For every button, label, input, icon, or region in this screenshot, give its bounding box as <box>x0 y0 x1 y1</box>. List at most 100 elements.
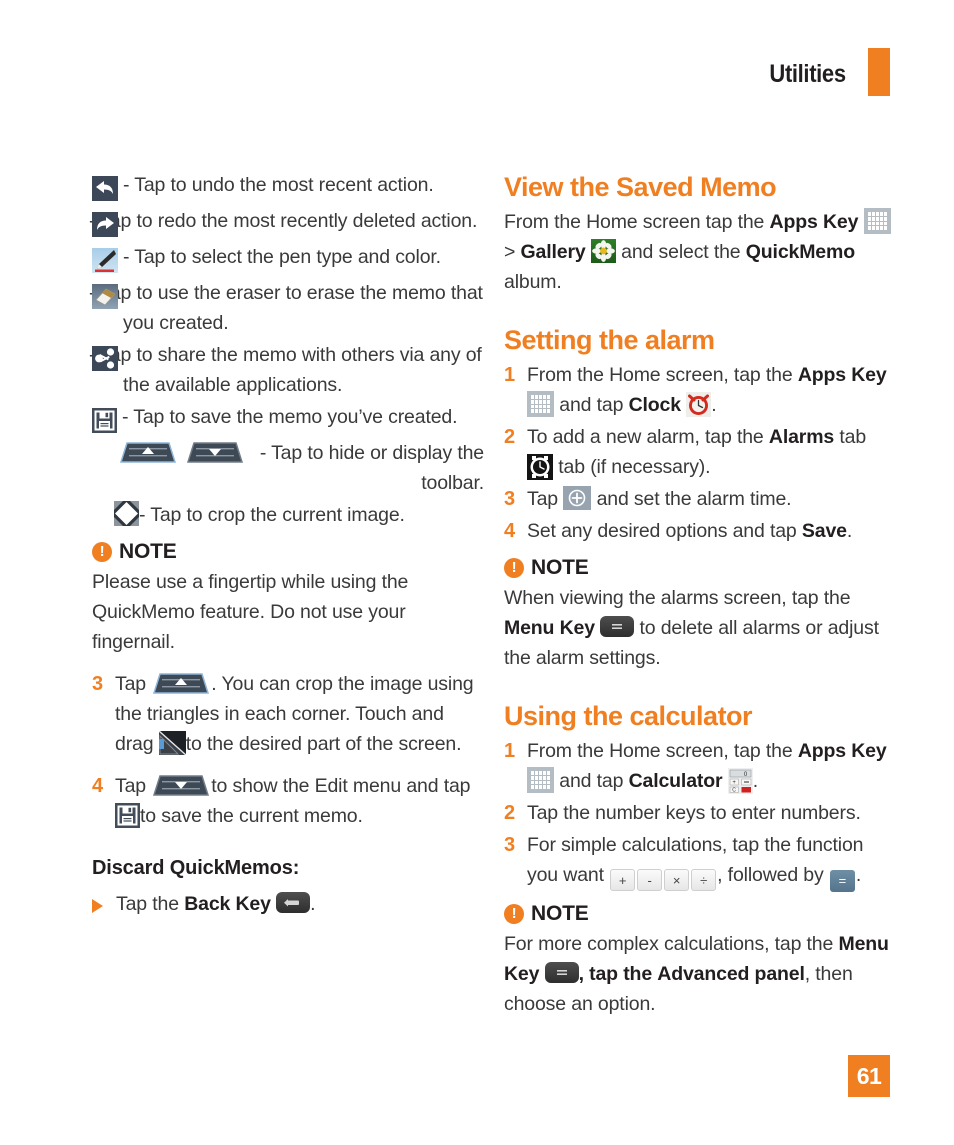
note-text-part: , tap the <box>578 963 653 985</box>
step-number: 1 <box>504 364 515 386</box>
list-item: - Tap to redo the most recently deleted … <box>89 206 484 240</box>
body-text-part: > <box>504 241 516 263</box>
list-item-label: - Tap to select the pen type and color. <box>123 246 441 268</box>
note-text-part: When viewing the alarms screen, tap the <box>504 587 851 609</box>
note-text-part: For more complex calculations, tap the <box>504 933 834 955</box>
step-text-part: . <box>855 864 862 886</box>
gallery-label: Gallery <box>520 241 586 263</box>
alarms-tab-icon <box>527 454 553 480</box>
step-text-part: To add a new alarm, tap the <box>527 426 764 448</box>
corner-handle-icon <box>158 731 186 755</box>
apps-key-icon <box>527 391 554 417</box>
advanced-panel-label: Advanced panel <box>657 963 805 985</box>
page-title: Utilities <box>769 59 847 88</box>
note-header: ! NOTE <box>504 553 896 583</box>
list-item-label: - Tap to share the memo with others via … <box>89 344 482 396</box>
step-body: Tap and set the alarm time. <box>525 484 896 514</box>
back-key-label: Back Key <box>184 893 271 915</box>
arrow-bullet-icon <box>92 899 103 913</box>
save-icon <box>115 803 140 828</box>
step-body: Set any desired options and tap Save. <box>525 516 896 546</box>
calculator-label: Calculator <box>628 770 723 792</box>
note-label: NOTE <box>531 902 589 925</box>
toolbar-down-icon <box>152 774 210 796</box>
step-text-part: to show the Edit menu and tap <box>211 775 471 797</box>
note-label: NOTE <box>119 540 177 563</box>
apps-key-dot-grid <box>531 395 550 413</box>
crop-line: - Tap to crop the current image. <box>92 500 484 530</box>
undo-icon <box>92 176 118 201</box>
plus-icon <box>563 486 592 510</box>
save-label: Save <box>801 520 847 542</box>
redo-icon <box>92 212 118 237</box>
step-number: 2 <box>504 426 515 448</box>
section-title-setting-the-alarm: Setting the alarm <box>504 325 715 355</box>
undo-icon-wrap <box>92 170 118 204</box>
discard-heading: Discard QuickMemos: <box>92 853 484 883</box>
left-column: - Tap to undo the most recent action. - … <box>89 170 484 919</box>
note-body: Please use a fingertip while using the Q… <box>92 571 409 653</box>
crop-icon <box>114 501 139 526</box>
save-icon-wrap <box>92 402 117 436</box>
eraser-icon <box>92 284 118 309</box>
note-header: ! NOTE <box>92 537 484 567</box>
step-text-part: , followed by <box>717 864 824 886</box>
apps-key-label: Apps Key <box>769 211 859 233</box>
list-item-label: - Tap to undo the most recent action. <box>123 174 434 196</box>
toolbar-toggle-label: - Tap to hide or display the toolbar. <box>259 442 484 494</box>
step-body: Tap the number keys to enter numbers. <box>527 802 861 824</box>
discard-item: Tap the Back Key . <box>92 889 484 919</box>
right-column: View the Saved Memo From the Home screen… <box>504 170 896 1019</box>
apps-key-dot-grid <box>867 212 887 230</box>
multiply-key-icon: × <box>664 869 690 891</box>
list-item: - Tap to save the memo you’ve created. <box>92 402 484 436</box>
plus-key-icon: + <box>610 869 636 891</box>
apps-key-label: Apps Key <box>797 364 887 386</box>
note-icon: ! <box>504 558 524 578</box>
step-text-part: and set the alarm time. <box>596 488 792 510</box>
page-number-badge: 61 <box>848 1055 890 1097</box>
clock-icon <box>686 392 712 417</box>
menu-key-icon <box>544 962 579 983</box>
menu-key-label: Menu Key <box>504 617 595 639</box>
alarm-step-3: 3 Tap and set the alarm time. <box>504 484 896 514</box>
step-text-part: . <box>846 520 853 542</box>
alarm-step-4: 4 Set any desired options and tap Save. <box>504 516 896 546</box>
toolbar-up-icon-wrap <box>118 438 178 468</box>
list-item: - Tap to share the memo with others via … <box>89 340 484 400</box>
note-icon: ! <box>92 542 112 562</box>
list-item-label: - Tap to save the memo you’ve created. <box>122 406 458 428</box>
view-saved-memo-body: From the Home screen tap the Apps Key > … <box>504 207 896 297</box>
body-text-part: and select the <box>621 241 741 263</box>
note-body: When viewing the alarms screen, tap the … <box>504 583 896 673</box>
alarm-step-2: 2 To add a new alarm, tap the Alarms tab… <box>504 422 896 482</box>
calculator-step-3: 3 For simple calculations, tap the funct… <box>504 830 896 892</box>
divide-key-icon: ÷ <box>691 869 717 891</box>
header-accent-bar <box>868 48 890 96</box>
gallery-icon <box>590 239 616 263</box>
step-text-part: and tap <box>559 770 624 792</box>
note-icon: ! <box>504 904 524 924</box>
crop-icon-wrap <box>114 500 139 530</box>
step-text-part: to the desired part of the screen. <box>185 733 462 755</box>
step-4: 4 Tap to show the Edit menu and tap to s… <box>92 771 484 831</box>
note-body: For more complex calculations, tap the M… <box>504 929 896 1019</box>
step-number: 3 <box>504 488 515 510</box>
eraser-icon-wrap <box>92 278 118 312</box>
svg-text:C: C <box>732 788 736 794</box>
apps-key-dot-grid <box>531 771 550 789</box>
toolbar-down-icon <box>186 441 244 463</box>
toolbar-down-icon-wrap <box>178 438 245 468</box>
alarm-step-1: 1 From the Home screen, tap the Apps Key… <box>504 360 896 420</box>
apps-key-icon <box>527 767 554 793</box>
discard-item-text: Tap the Back Key . <box>116 889 316 919</box>
step-text-part: tab (if necessary). <box>558 456 711 478</box>
calculator-step-2: 2 Tap the number keys to enter numbers. <box>504 798 896 828</box>
toolbar-toggle-line: - Tap to hide or display the toolbar. <box>92 438 484 498</box>
step-text-part: Set any desired options and tap <box>527 520 797 542</box>
apps-key-label: Apps Key <box>797 740 887 762</box>
list-item: - Tap to undo the most recent action. <box>92 170 484 204</box>
body-text-part: album. <box>504 271 562 293</box>
calculator-step-1: 1 From the Home screen, tap the Apps Key… <box>504 736 896 796</box>
equals-key-icon: = <box>829 870 855 892</box>
